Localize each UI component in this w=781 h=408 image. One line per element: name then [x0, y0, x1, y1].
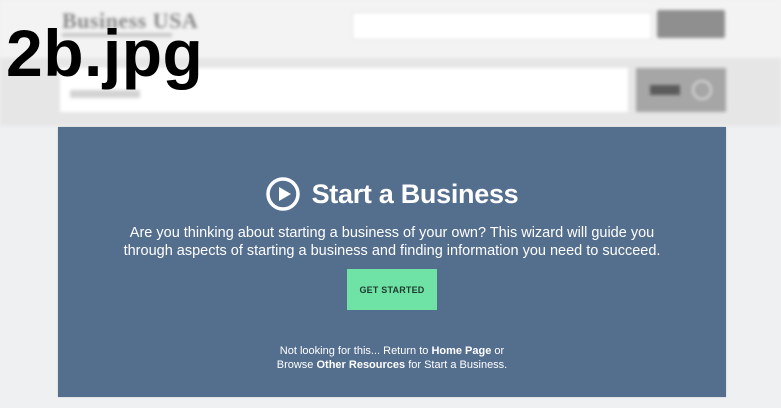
- footer-text-2: or: [491, 345, 505, 357]
- home-page-link[interactable]: Home Page: [431, 345, 491, 357]
- panel-title-row: Start a Business: [58, 177, 726, 211]
- start-business-panel: Start a Business Are you thinking about …: [58, 127, 726, 397]
- header-search-button[interactable]: [657, 10, 725, 38]
- page: Business USA 2b.jpg Start a Business Are…: [0, 0, 781, 408]
- play-circle-icon: [265, 177, 300, 211]
- secondary-button-label: [650, 85, 680, 95]
- panel-footer: Not looking for this... Return to Home P…: [58, 344, 726, 372]
- filename-overlay: 2b.jpg: [6, 16, 204, 90]
- header-search-input[interactable]: [352, 12, 652, 40]
- footer-text-4: for Start a Business.: [405, 359, 508, 371]
- footer-text-1: Not looking for this... Return to: [279, 345, 432, 357]
- secondary-search-placeholder: [70, 90, 140, 98]
- panel-description: Are you thinking about starting a busine…: [123, 225, 661, 259]
- other-resources-link[interactable]: Other Resources: [316, 359, 405, 371]
- panel-title: Start a Business: [311, 178, 519, 209]
- secondary-button-icon: [692, 80, 712, 100]
- footer-text-3: Browse: [276, 359, 317, 371]
- get-started-button[interactable]: GET STARTED: [347, 269, 437, 310]
